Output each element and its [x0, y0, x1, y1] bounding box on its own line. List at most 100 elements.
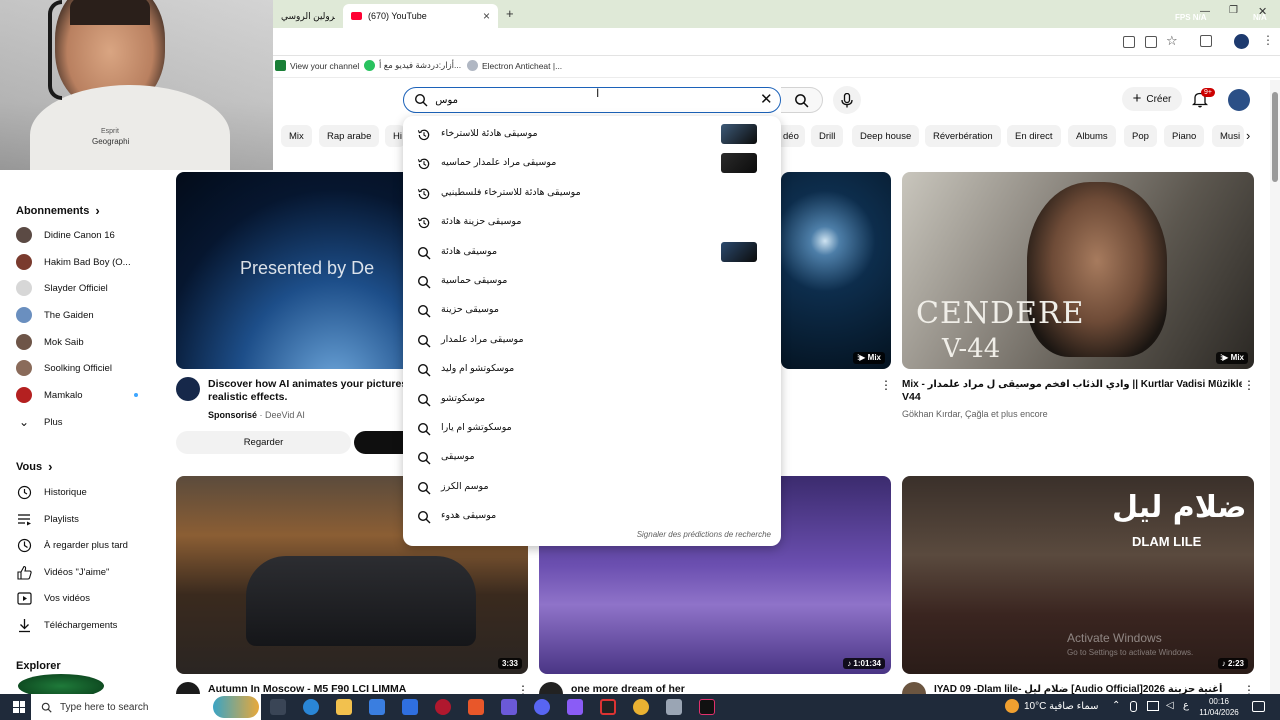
minimize-icon[interactable]: — — [1200, 6, 1210, 17]
notification-center-icon[interactable] — [1252, 701, 1265, 712]
create-button[interactable]: + Créer — [1122, 87, 1182, 111]
sidebar-item-subscription[interactable]: Hakim Bad Boy (O... — [16, 251, 156, 273]
close-tab-icon[interactable]: × — [483, 9, 490, 23]
notifications-button[interactable]: 9+ — [1191, 88, 1215, 113]
chip-drill[interactable]: Drill — [811, 125, 844, 147]
translate-icon[interactable] — [1123, 36, 1135, 48]
video-title[interactable]: Mix - وادي الذئاب افخم موسيقى ل مراد علم… — [902, 378, 1242, 404]
bookmark-item[interactable]: أزار:دردشة فيديو مع أ... — [364, 60, 461, 71]
search-suggestion-item[interactable]: موسيقى هادئة — [403, 238, 781, 267]
tiktok-icon[interactable] — [699, 699, 715, 715]
search-suggestion-item[interactable]: موسيقى هدوء — [403, 502, 781, 531]
volume-icon[interactable]: ◁ — [1166, 700, 1174, 711]
search-suggestion-item[interactable]: موسيقى حزينة — [403, 296, 781, 325]
profile-avatar[interactable] — [1234, 34, 1249, 49]
cast-icon[interactable] — [1145, 36, 1157, 48]
ad-title[interactable]: Discover how AI animates your pictures v… — [208, 378, 408, 404]
video-channel[interactable]: Gökhan Kırdar, Çağla et plus encore — [902, 409, 1048, 419]
obs-icon[interactable] — [600, 699, 616, 715]
search-button[interactable] — [781, 87, 823, 113]
search-suggestion-item[interactable]: موسيقى — [403, 443, 781, 472]
subscriptions-heading[interactable]: Abonnements › — [16, 203, 100, 218]
scrollbar-thumb[interactable] — [1272, 92, 1278, 182]
extensions-icon[interactable] — [1200, 35, 1212, 47]
video-thumbnail-moon[interactable]: ⫶▶ Mix — [781, 172, 891, 369]
app-icon[interactable] — [666, 699, 682, 715]
ad-action-button[interactable] — [354, 431, 404, 454]
sidebar-item-watch-later[interactable]: À regarder plus tard — [16, 534, 156, 556]
app-icon[interactable] — [567, 699, 583, 715]
task-view-icon[interactable] — [270, 699, 286, 715]
chip-albums[interactable]: Albums — [1068, 125, 1116, 147]
ad-channel-avatar[interactable] — [176, 377, 200, 401]
chip-reverberation[interactable]: Réverbération — [925, 125, 1001, 147]
browser-menu-icon[interactable]: ⋮ — [1262, 33, 1274, 47]
chip-hidden[interactable]: Hi — [385, 125, 405, 147]
discord-icon[interactable] — [534, 699, 550, 715]
bookmark-item[interactable]: View your channel — [275, 60, 359, 71]
search-suggestion-item[interactable]: موسيقى هادئة للاسترخاء فلسطينيي — [403, 179, 781, 208]
video-thumbnail-dlam-lile[interactable]: ضلام ليل DLAM LILE Activate Windows Go t… — [902, 476, 1254, 674]
chip-piano[interactable]: Piano — [1164, 125, 1205, 147]
chip-deep-house[interactable]: Deep house — [852, 125, 920, 147]
chip-rap-arabe[interactable]: Rap arabe — [319, 125, 380, 147]
video-thumbnail-cendere[interactable]: CENDERE V-44 ⫶▶ Mix — [902, 172, 1254, 369]
search-suggestion-item[interactable]: موسكوتشو — [403, 385, 781, 414]
edge-icon[interactable] — [303, 699, 319, 715]
sidebar-item-your-videos[interactable]: Vos vidéos — [16, 587, 156, 609]
star-bookmark-icon[interactable]: ☆ — [1166, 33, 1178, 49]
sidebar-item-subscription[interactable]: The Gaiden — [16, 304, 156, 326]
chip-pop[interactable]: Pop — [1124, 125, 1157, 147]
more-options-icon[interactable]: ⋮ — [1243, 378, 1255, 392]
brave-icon[interactable] — [468, 699, 484, 715]
close-window-icon[interactable]: ✕ — [1258, 5, 1267, 18]
sidebar-item-subscription[interactable]: Mamkalo — [16, 384, 156, 406]
search-suggestion-item[interactable]: موسم الكرز — [403, 473, 781, 502]
app-icon[interactable] — [501, 699, 517, 715]
mail-icon[interactable] — [402, 699, 418, 715]
weather-text[interactable]: 10°C سماء صافية — [1024, 701, 1099, 712]
search-suggestion-item[interactable]: موسكوتشو ام وليد — [403, 355, 781, 384]
sidebar-item-more[interactable]: ⌄ Plus — [16, 411, 156, 433]
file-explorer-icon[interactable] — [336, 699, 352, 715]
search-suggestion-item[interactable]: موسيقى حزينة هادئة — [403, 208, 781, 237]
voice-search-button[interactable] — [833, 86, 861, 114]
search-box[interactable]: ✕ — [403, 87, 781, 113]
clear-search-icon[interactable]: ✕ — [760, 90, 773, 108]
report-predictions-link[interactable]: Signaler des prédictions de recherche — [637, 530, 771, 539]
watch-button[interactable]: Regarder — [176, 431, 351, 454]
search-suggestion-item[interactable]: موسيقى هادئة للاسترخاء — [403, 120, 781, 149]
maximize-icon[interactable]: ❐ — [1229, 5, 1238, 16]
bookmark-item[interactable]: Electron Anticheat |... — [467, 60, 562, 71]
sidebar-item-liked-videos[interactable]: Vidéos "J'aime" — [16, 561, 156, 583]
tray-chevron-icon[interactable]: ⌃ — [1112, 700, 1120, 711]
more-options-icon[interactable]: ⋮ — [880, 378, 892, 392]
chevron-right-icon[interactable]: › — [1246, 128, 1250, 143]
network-icon[interactable] — [1147, 701, 1159, 711]
sidebar-item-subscription[interactable]: Slayder Officiel — [16, 277, 156, 299]
clock[interactable]: 00:16 11/04/2026 — [1197, 696, 1241, 718]
search-highlight-icon[interactable] — [213, 696, 259, 718]
sidebar-item-downloads[interactable]: Téléchargements — [16, 614, 156, 636]
windows-start-icon[interactable] — [13, 701, 25, 713]
new-tab-button[interactable]: + — [506, 6, 514, 21]
sidebar-item-subscription[interactable]: Mok Saib — [16, 331, 156, 353]
sidebar-item-playlists[interactable]: Playlists — [16, 508, 156, 530]
sidebar-item-subscription[interactable]: Didine Canon 16 — [16, 224, 156, 246]
sidebar-item-history[interactable]: Historique — [16, 481, 156, 503]
search-suggestion-item[interactable]: موسيقى مراد علمدار حماسيه — [403, 149, 781, 178]
search-input[interactable] — [434, 91, 458, 109]
sidebar-item-subscription[interactable]: Soolking Officiel — [16, 357, 156, 379]
account-avatar[interactable] — [1228, 89, 1250, 111]
chip-music[interactable]: Musi — [1212, 125, 1244, 147]
input-language[interactable]: ع — [1183, 700, 1189, 711]
search-suggestion-item[interactable]: موسيقى مراد علمدار — [403, 326, 781, 355]
microphone-tray-icon[interactable] — [1130, 701, 1137, 712]
store-icon[interactable] — [369, 699, 385, 715]
you-heading[interactable]: Vous › — [16, 459, 52, 474]
search-suggestion-item[interactable]: موسيقى حماسية — [403, 267, 781, 296]
chrome-icon[interactable] — [633, 699, 649, 715]
chip-en-direct[interactable]: En direct — [1007, 125, 1061, 147]
tab-inactive[interactable]: الرولين الروسي — [273, 4, 343, 28]
tab-youtube[interactable]: (670) YouTube × — [343, 4, 498, 28]
